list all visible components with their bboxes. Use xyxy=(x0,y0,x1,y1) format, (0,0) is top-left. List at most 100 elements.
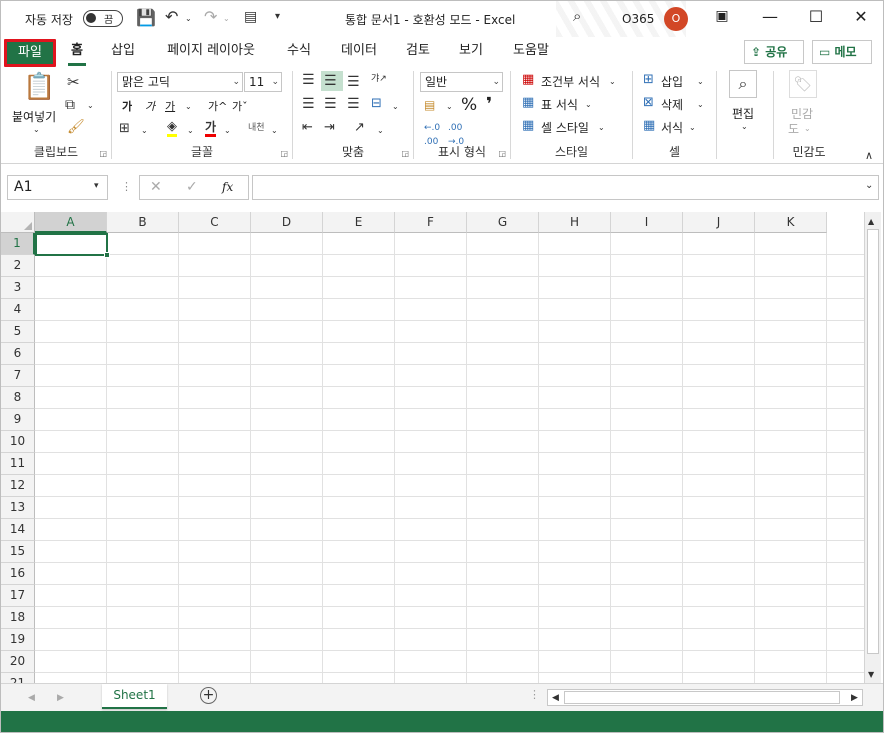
memo-button[interactable]: ▭ 메모 xyxy=(812,40,872,64)
row-header[interactable]: 6 xyxy=(1,343,35,365)
delete-dropdown-icon[interactable]: ⌄ xyxy=(697,98,704,112)
delete-cells-button[interactable]: 삭제 xyxy=(661,96,683,113)
align-middle-icon[interactable]: ☰ xyxy=(321,71,343,91)
row-header[interactable]: 12 xyxy=(1,475,35,497)
minimize-icon[interactable]: — xyxy=(758,7,782,26)
customize-qat-icon[interactable]: ▾ xyxy=(275,10,280,24)
row-header[interactable]: 5 xyxy=(1,321,35,343)
align-bottom-icon[interactable]: ☰ xyxy=(347,75,360,89)
font-name-select[interactable]: 맑은 고딕 ⌄ xyxy=(117,72,243,92)
enter-icon[interactable]: ✓ xyxy=(186,180,198,194)
maximize-icon[interactable]: ☐ xyxy=(804,7,828,26)
column-header[interactable]: B xyxy=(107,212,179,233)
merge-center-icon[interactable]: ⊟ xyxy=(371,97,382,111)
number-format-select[interactable]: 일반 ⌄ xyxy=(420,72,503,92)
clipboard-launcher-icon[interactable]: ◲ xyxy=(99,149,107,158)
font-launcher-icon[interactable]: ◲ xyxy=(280,149,288,158)
row-header[interactable]: 10 xyxy=(1,431,35,453)
tab-page-layout[interactable]: 페이지 레이아웃 xyxy=(157,37,265,67)
insert-cells-button[interactable]: 삽입 xyxy=(661,73,683,90)
font-size-select[interactable]: 11 ⌄ xyxy=(244,72,282,92)
split-handle-icon[interactable]: ⋮ xyxy=(529,688,540,702)
autosave-toggle[interactable]: 끔 xyxy=(83,10,123,27)
row-header[interactable]: 21 xyxy=(1,673,35,683)
border-icon[interactable]: ⊞ xyxy=(119,122,130,136)
undo-dropdown-icon[interactable]: ⌄ xyxy=(185,12,192,26)
row-header[interactable]: 20 xyxy=(1,651,35,673)
row-header[interactable]: 2 xyxy=(1,255,35,277)
column-header[interactable]: A xyxy=(35,212,107,233)
column-header[interactable]: C xyxy=(179,212,251,233)
avatar[interactable]: O xyxy=(664,7,688,31)
share-button[interactable]: ⇪ 공유 xyxy=(744,40,804,64)
sheet-tab[interactable]: Sheet1 xyxy=(102,684,167,709)
copy-dropdown-icon[interactable]: ⌄ xyxy=(87,99,94,113)
row-header[interactable]: 1 xyxy=(1,233,35,255)
italic-button[interactable]: 가 xyxy=(145,98,155,114)
format-dropdown-icon[interactable]: ⌄ xyxy=(689,121,696,135)
collapse-ribbon-icon[interactable]: ∧ xyxy=(865,149,873,163)
row-header[interactable]: 7 xyxy=(1,365,35,387)
phonetic-button[interactable]: 내천 xyxy=(248,120,265,133)
column-header[interactable]: F xyxy=(395,212,467,233)
cut-icon[interactable]: ✂ xyxy=(67,75,80,90)
vertical-scroll-thumb[interactable] xyxy=(867,229,879,654)
tab-view[interactable]: 보기 xyxy=(453,37,489,67)
chevron-down-icon[interactable]: ▾ xyxy=(94,179,99,193)
phonetic-dropdown-icon[interactable]: ⌄ xyxy=(271,124,278,138)
scroll-right-icon[interactable]: ▶ xyxy=(851,691,858,705)
accounting-dropdown-icon[interactable]: ⌄ xyxy=(446,100,453,114)
fill-handle[interactable] xyxy=(104,252,110,258)
align-center-icon[interactable]: ☰ xyxy=(324,97,337,111)
sensitivity-icon[interactable]: 🏷 xyxy=(789,70,817,98)
orientation-dropdown-icon[interactable]: ⌄ xyxy=(377,124,384,138)
column-header[interactable]: E xyxy=(323,212,395,233)
redo-icon[interactable]: ↷ xyxy=(204,9,217,25)
format-as-table-button[interactable]: 표 서식 xyxy=(541,96,578,113)
insert-function-button[interactable]: fx xyxy=(222,180,233,194)
number-launcher-icon[interactable]: ◲ xyxy=(498,149,506,158)
row-header[interactable]: 13 xyxy=(1,497,35,519)
save-icon[interactable]: 💾 xyxy=(136,10,156,26)
row-header[interactable]: 14 xyxy=(1,519,35,541)
spreadsheet-grid[interactable]: ABCDEFGHIJK 1 2 3 4 5 6 7 8 9 10 11 12 13 14 15 16 17 18 1… xyxy=(1,212,883,683)
tab-insert[interactable]: 삽입 xyxy=(104,37,142,67)
tab-data[interactable]: 데이터 xyxy=(333,37,385,67)
cell-styles-dropdown-icon[interactable]: ⌄ xyxy=(598,121,605,135)
scroll-down-icon[interactable]: ▼ xyxy=(868,668,874,682)
format-painter-icon[interactable]: 🖌 xyxy=(67,120,85,134)
expand-formula-icon[interactable]: ⌄ xyxy=(865,179,873,193)
row-header[interactable]: 11 xyxy=(1,453,35,475)
row-header[interactable]: 18 xyxy=(1,607,35,629)
comma-button[interactable]: ❜ xyxy=(486,94,492,115)
column-header[interactable]: K xyxy=(755,212,827,233)
fill-color-dropdown-icon[interactable]: ⌄ xyxy=(187,124,194,138)
prev-sheet-icon[interactable]: ◀ xyxy=(28,691,35,705)
row-header[interactable]: 17 xyxy=(1,585,35,607)
search-icon[interactable]: ⌕ xyxy=(573,9,581,24)
undo-icon[interactable]: ↶ xyxy=(165,9,178,25)
tab-help[interactable]: 도움말 xyxy=(505,37,557,67)
alignment-launcher-icon[interactable]: ◲ xyxy=(401,149,409,158)
vertical-scrollbar[interactable]: ▲ ▼ xyxy=(864,212,881,683)
increase-indent-icon[interactable]: ⇥ xyxy=(324,121,335,135)
decrease-indent-icon[interactable]: ⇤ xyxy=(302,121,313,135)
border-dropdown-icon[interactable]: ⌄ xyxy=(141,124,148,138)
close-icon[interactable]: ✕ xyxy=(849,7,873,26)
shrink-font-button[interactable]: 가ˇ xyxy=(232,98,248,114)
redo-dropdown-icon[interactable]: ⌄ xyxy=(223,12,230,26)
column-header[interactable]: J xyxy=(683,212,755,233)
align-right-icon[interactable]: ☰ xyxy=(347,97,360,111)
cell-styles-button[interactable]: 셀 스타일 xyxy=(541,119,589,136)
paste-icon[interactable]: 📋 xyxy=(23,73,55,101)
tab-formulas[interactable]: 수식 xyxy=(281,37,317,67)
scroll-up-icon[interactable]: ▲ xyxy=(868,215,874,229)
row-header[interactable]: 16 xyxy=(1,563,35,585)
insert-dropdown-icon[interactable]: ⌄ xyxy=(697,75,704,89)
tab-file[interactable]: 파일 xyxy=(4,39,56,67)
row-header[interactable]: 3 xyxy=(1,277,35,299)
fill-color-icon[interactable]: ◈ xyxy=(167,120,177,137)
search-icon[interactable]: ⌕ xyxy=(729,70,757,98)
format-cells-button[interactable]: 서식 xyxy=(661,119,683,136)
orientation-icon[interactable]: ↗ xyxy=(354,121,365,135)
